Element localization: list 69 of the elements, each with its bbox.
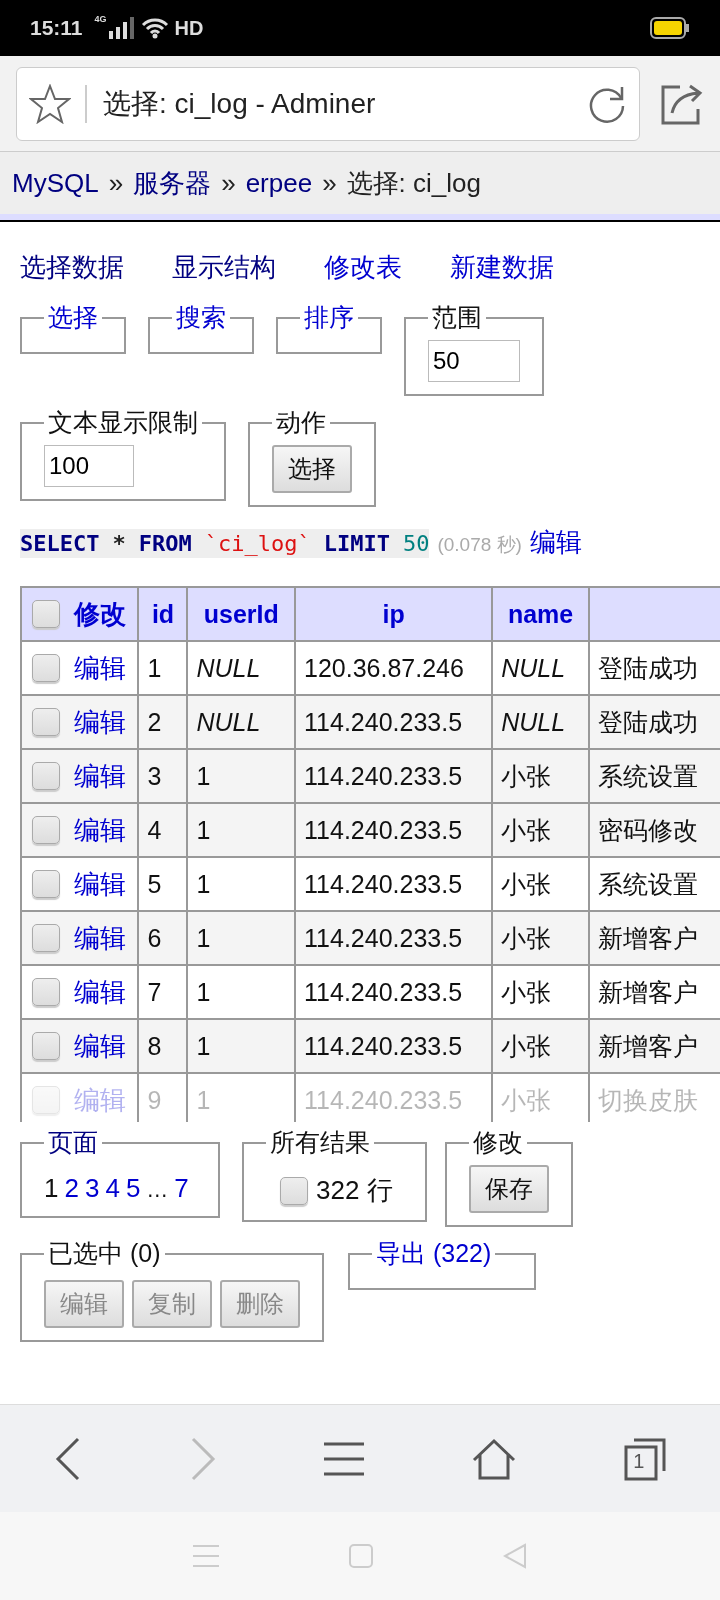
row-count: 322 行	[316, 1174, 393, 1207]
modify-link[interactable]: 修改	[74, 596, 126, 632]
checkbox[interactable]	[280, 1176, 308, 1205]
page-link[interactable]: 3	[84, 1173, 100, 1204]
page-link[interactable]: 7	[174, 1173, 189, 1204]
nav-link[interactable]: 选择数据	[20, 250, 124, 285]
column-header[interactable]: name	[492, 587, 589, 641]
nav-link[interactable]: 显示结构	[172, 250, 276, 285]
group-link[interactable]: 搜索	[172, 301, 230, 334]
export-link[interactable]: 导出 (322)	[372, 1237, 496, 1270]
query-time: (0.078 秒)	[437, 533, 522, 557]
table-cell: 小张	[492, 1019, 589, 1073]
nav-link[interactable]: 修改表	[324, 250, 402, 285]
signal-icon	[108, 17, 135, 39]
group-legend: 页面	[44, 1126, 102, 1159]
save-button[interactable]: 保存	[468, 1165, 549, 1213]
page-link[interactable]: 1	[44, 1173, 59, 1204]
star-icon[interactable]	[29, 83, 71, 124]
wifi-label: HD	[174, 16, 204, 40]
breadcrumb-link[interactable]: MySQL	[12, 167, 99, 199]
battery-icon	[650, 17, 690, 39]
breadcrumb-separator: »	[322, 167, 337, 199]
table-cell: 114.240.233.5	[295, 1019, 493, 1073]
column-header[interactable]: ip	[295, 587, 493, 641]
checkbox[interactable]	[32, 978, 60, 1006]
checkbox[interactable]	[32, 762, 60, 790]
share-icon[interactable]	[660, 82, 704, 125]
group-link[interactable]: 排序	[300, 301, 358, 334]
menu-icon[interactable]	[323, 1440, 364, 1477]
breadcrumb-separator: »	[221, 167, 236, 199]
column-header[interactable]: id	[138, 587, 188, 641]
breadcrumb-current: 选择: ci_log	[346, 166, 481, 200]
network-type: 4G	[94, 14, 107, 24]
page-link[interactable]: 4	[105, 1173, 120, 1204]
input-field[interactable]: 50	[428, 340, 520, 382]
nav-link[interactable]: 新建数据	[450, 250, 554, 285]
page-gap: …	[146, 1177, 169, 1203]
group-link[interactable]: 选择	[44, 301, 102, 334]
select-button[interactable]: 选择	[272, 445, 352, 493]
checkbox[interactable]	[32, 816, 60, 844]
breadcrumb-link[interactable]: 服务器	[133, 165, 212, 201]
clock: 15:11	[30, 16, 83, 40]
sql-query: SELECT * FROM `ci_log` LIMIT 50	[20, 529, 430, 558]
page-link[interactable]: 5	[125, 1173, 141, 1204]
group-legend: 所有结果	[266, 1126, 374, 1159]
column-header[interactable]: userId	[187, 587, 296, 641]
table-cell: 1	[187, 1019, 296, 1073]
group-legend: 范围	[428, 301, 486, 334]
checkbox[interactable]	[32, 870, 60, 898]
checkbox[interactable]	[32, 600, 60, 628]
group-legend: 已选中 (0)	[44, 1237, 165, 1270]
table-cell: 8	[138, 1019, 188, 1073]
breadcrumb-separator: »	[108, 167, 124, 199]
group-legend: 动作	[272, 406, 330, 439]
checkbox[interactable]	[32, 654, 60, 682]
group-legend: 修改	[468, 1126, 527, 1159]
input-field[interactable]: 100	[44, 445, 134, 487]
home-icon[interactable]	[471, 1437, 518, 1480]
address-bar[interactable]: 选择: ci_log - Adminer	[16, 66, 640, 141]
back-icon[interactable]	[53, 1436, 82, 1481]
checkbox[interactable]	[32, 1032, 60, 1060]
page-title: 选择: ci_log - Adminer	[85, 84, 376, 123]
group-legend: 文本显示限制	[44, 406, 202, 439]
breadcrumb-link[interactable]: erpee	[245, 167, 313, 199]
checkbox[interactable]	[32, 708, 60, 736]
page-link[interactable]: 2	[64, 1173, 79, 1204]
edit-query-link[interactable]: 编辑	[529, 525, 582, 560]
checkbox[interactable]	[32, 924, 60, 952]
wifi-icon	[140, 17, 169, 39]
